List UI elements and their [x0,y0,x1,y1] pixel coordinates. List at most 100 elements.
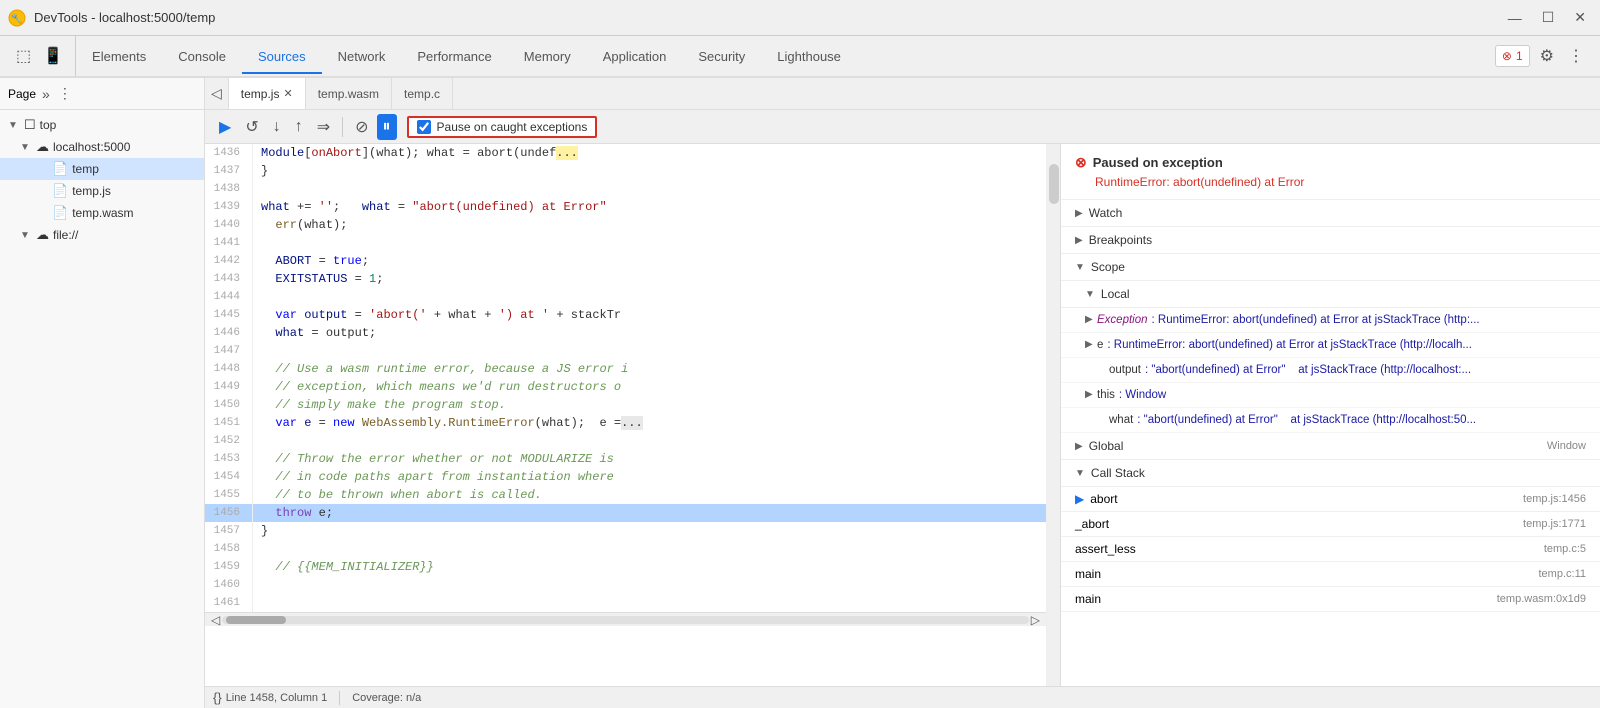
tree-label-top: top [40,118,57,132]
scope-this-item[interactable]: ▶ this : Window [1061,383,1600,408]
right-panel-scroll[interactable]: ⊗ Paused on exception RuntimeError: abor… [1061,144,1600,686]
tree-arrow-temp [36,164,48,175]
file-tab-tempc-label: temp.c [404,87,440,101]
scope-exception-item[interactable]: ▶ Exception : RuntimeError: abort(undefi… [1061,308,1600,333]
code-line-1443: 1443 EXITSTATUS = 1; [205,270,1046,288]
minimize-button[interactable]: — [1502,7,1528,28]
step-into-button[interactable]: ↓ [267,114,287,140]
call-assert-name: assert_less [1075,542,1136,556]
step-over-button[interactable]: ↺ [239,113,264,141]
call-item-assert[interactable]: assert_less temp.c:5 [1061,537,1600,562]
tree-arrow-file: ▼ [20,230,32,241]
scope-what-arrow [1097,411,1109,429]
sidebar-more-btn[interactable]: » [40,84,52,104]
call-item-abort2[interactable]: _abort temp.js:1771 [1061,512,1600,537]
error-badge[interactable]: ⊗ 1 [1495,45,1530,67]
cursor-info: Line 1458, Column 1 [226,692,328,704]
sidebar: Page » ⋮ ▼ ☐ top ▼ ☁ localhost:5000 📄 te… [0,78,205,708]
code-line-1454: 1454 // in code paths apart from instant… [205,468,1046,486]
device-icon[interactable]: 📱 [39,42,67,70]
close-button[interactable]: ✕ [1568,7,1592,28]
scope-this-key: this [1097,386,1115,404]
code-vscroll[interactable] [1046,144,1060,686]
tab-sources[interactable]: Sources [242,41,322,74]
coverage-info: Coverage: n/a [352,692,421,704]
horizontal-scrollbar[interactable]: ◁ ▷ [205,612,1046,626]
global-section-header[interactable]: ▶ Global Window [1061,433,1600,460]
scroll-right-btn[interactable]: ▷ [1029,613,1042,627]
file-tab-tempjs[interactable]: temp.js ✕ [229,78,306,109]
scroll-left-btn[interactable]: ◁ [209,613,222,627]
call-item-abort[interactable]: ▶ abort temp.js:1456 [1061,487,1600,512]
resume-button[interactable]: ▶ [213,113,237,141]
tree-label-tempwasm: temp.wasm [72,206,133,220]
file-tab-tempc[interactable]: temp.c [392,78,453,109]
exception-detail: RuntimeError: abort(undefined) at Error [1095,175,1586,189]
call-abort-location: temp.js:1456 [1523,493,1586,505]
code-line-1451: 1451 var e = new WebAssembly.RuntimeErro… [205,414,1046,432]
window-title: DevTools - localhost:5000/temp [34,10,1494,25]
tree-icon-temp: 📄 [52,161,68,177]
tab-network[interactable]: Network [322,41,402,74]
scope-what-item[interactable]: what : "abort(undefined) at Error" at js… [1061,408,1600,433]
tree-item-temp-wasm[interactable]: 📄 temp.wasm [0,202,204,224]
tab-security[interactable]: Security [682,41,761,74]
code-line-1453: 1453 // Throw the error whether or not M… [205,450,1046,468]
tab-application[interactable]: Application [587,41,683,74]
tree-label-temp: temp [72,162,99,176]
tree-item-localhost[interactable]: ▼ ☁ localhost:5000 [0,136,204,158]
call-main1-location: temp.c:11 [1539,568,1587,580]
sidebar-tree: ▼ ☐ top ▼ ☁ localhost:5000 📄 temp 📄 temp… [0,110,204,708]
call-item-main2[interactable]: main temp.wasm:0x1d9 [1061,587,1600,612]
file-tab-tempwasm[interactable]: temp.wasm [306,78,392,109]
call-abort-fn: ▶ abort [1075,492,1118,506]
call-assert-fn: assert_less [1075,542,1136,556]
breakpoints-section-header[interactable]: ▶ Breakpoints [1061,227,1600,254]
code-line-1441: 1441 [205,234,1046,252]
pause-caught-checkbox[interactable] [417,120,431,134]
file-tab-back-btn[interactable]: ◁ [205,78,229,109]
scope-this-arrow: ▶ [1085,386,1097,404]
tab-console[interactable]: Console [162,41,242,74]
callstack-section-header[interactable]: ▼ Call Stack [1061,460,1600,487]
step-out-button[interactable]: ↑ [289,114,309,140]
scope-section-header[interactable]: ▼ Scope [1061,254,1600,281]
tab-lighthouse[interactable]: Lighthouse [761,41,857,74]
file-tab-tempjs-close[interactable]: ✕ [283,87,292,100]
tab-memory[interactable]: Memory [508,41,587,74]
code-editor[interactable]: 1436 Module[onAbort](what); what = abort… [205,144,1046,686]
call-abort-arrow-icon: ▶ [1075,492,1084,506]
tree-item-file[interactable]: ▼ ☁ file:// [0,224,204,246]
pause-exception-area: Pause on caught exceptions [407,116,598,138]
code-line-1447: 1447 [205,342,1046,360]
tree-item-temp-js[interactable]: 📄 temp.js [0,180,204,202]
tab-performance[interactable]: Performance [401,41,507,74]
exception-title: ⊗ Paused on exception [1075,154,1586,171]
tab-elements[interactable]: Elements [76,41,162,74]
watch-section-header[interactable]: ▶ Watch [1061,200,1600,227]
deactivate-breakpoints-button[interactable]: ⊘ [349,113,374,141]
call-main2-fn: main [1075,592,1101,606]
sidebar-menu-btn[interactable]: ⋮ [56,83,74,104]
code-line-1456: 1456 throw e; [205,504,1046,522]
debug-toolbar: ▶ ↺ ↓ ↑ ⇒ ⊘ ⏸ Pause on caught exceptions [205,110,1600,144]
step-button[interactable]: ⇒ [311,113,336,141]
tree-item-temp[interactable]: 📄 temp [0,158,204,180]
local-section-header[interactable]: ▼ Local [1061,281,1600,308]
settings-button[interactable]: ⚙ [1536,42,1558,70]
scope-output-item[interactable]: output : "abort(undefined) at Error" at … [1061,358,1600,383]
call-abort2-location: temp.js:1771 [1523,518,1586,530]
tree-item-top[interactable]: ▼ ☐ top [0,114,204,136]
call-main2-name: main [1075,592,1101,606]
watch-arrow: ▶ [1075,208,1083,219]
call-item-main1[interactable]: main temp.c:11 [1061,562,1600,587]
scope-e-item[interactable]: ▶ e : RuntimeError: abort(undefined) at … [1061,333,1600,358]
error-count: 1 [1516,49,1523,63]
scope-output-key: output [1109,361,1141,379]
call-abort2-name: _abort [1075,517,1109,531]
more-button[interactable]: ⋮ [1564,42,1588,70]
inspect-icon[interactable]: ⬚ [12,42,35,70]
exception-error-icon: ⊗ [1075,154,1087,171]
pause-exceptions-button[interactable]: ⏸ [377,114,397,140]
maximize-button[interactable]: ☐ [1536,7,1561,28]
